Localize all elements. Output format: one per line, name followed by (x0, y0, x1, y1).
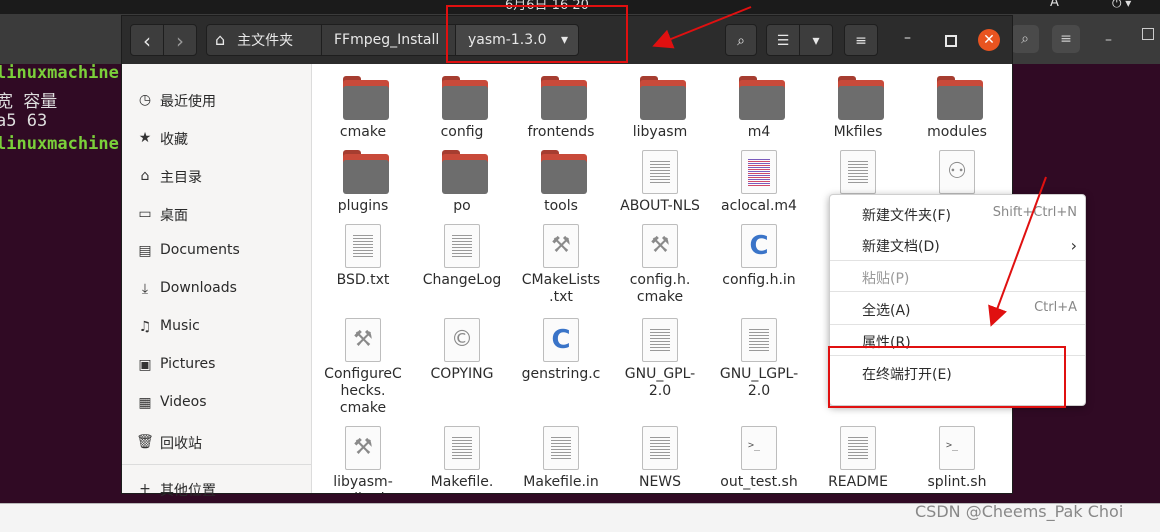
annotation-arrow (652, 6, 752, 49)
annotation-arrow (988, 176, 1047, 327)
annotation-arrows (652, 6, 1047, 327)
